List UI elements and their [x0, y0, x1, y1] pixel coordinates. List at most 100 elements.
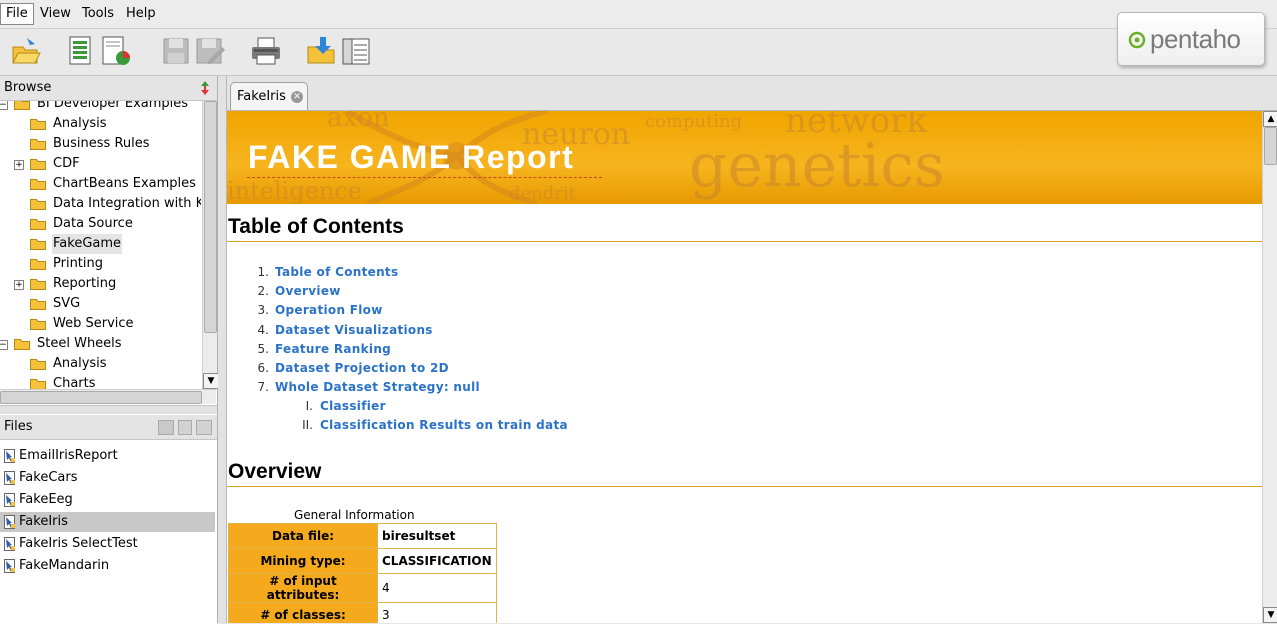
menu-bar: File View Tools Help — [0, 0, 1277, 29]
print-icon[interactable] — [250, 35, 282, 67]
table-key: # of classes: — [228, 602, 378, 623]
title-underline — [247, 177, 602, 178]
folder-icon — [30, 379, 46, 389]
menu-help[interactable]: Help — [121, 4, 161, 24]
content-vertical-scrollbar[interactable]: ▲ ▼ — [1262, 111, 1277, 623]
table-key: Data file: — [228, 523, 378, 549]
menu-tools[interactable]: Tools — [77, 4, 119, 24]
save-as-icon[interactable] — [194, 35, 226, 67]
save-icon[interactable] — [160, 35, 192, 67]
scroll-down-icon[interactable]: ▼ — [203, 373, 219, 389]
report-banner: axon neuron computing network genetics i… — [227, 111, 1262, 204]
folder-icon — [30, 279, 46, 290]
toc-number: 6. — [257, 361, 269, 375]
toc-link[interactable]: Dataset Projection to 2D — [275, 361, 449, 375]
overview-heading: Overview — [228, 460, 322, 483]
folder-icon — [30, 299, 46, 310]
toc-sub-link[interactable]: Classification Results on train data — [320, 418, 568, 432]
file-item[interactable]: FakeIris SelectTest — [0, 534, 215, 554]
toc-link[interactable]: Whole Dataset Strategy: null — [275, 380, 480, 394]
toc-link[interactable]: Operation Flow — [275, 303, 383, 317]
folder-icon — [30, 259, 46, 270]
edit-action-icon[interactable] — [178, 420, 192, 435]
report-content: axon neuron computing network genetics i… — [227, 111, 1262, 623]
banner-word: axon — [327, 111, 390, 133]
toc-link[interactable]: Overview — [275, 284, 341, 298]
toc-number: 7. — [257, 380, 269, 395]
folder-action-icon[interactable] — [158, 420, 174, 435]
tree-horizontal-scrollbar[interactable] — [0, 389, 216, 404]
publish-icon[interactable] — [306, 35, 338, 67]
close-icon[interactable]: ✕ — [291, 91, 303, 103]
file-item-label: FakeIris — [19, 514, 68, 529]
folder-icon — [30, 359, 46, 370]
banner-word: computing — [645, 111, 743, 132]
table-row: # of input attributes: 4 — [228, 573, 497, 603]
report-title: FAKE GAME Report — [248, 139, 575, 175]
files-title: Files — [4, 419, 33, 434]
tree-vertical-scrollbar[interactable]: ▼ — [202, 101, 219, 389]
table-value: 4 — [377, 573, 497, 603]
new-report-icon[interactable] — [66, 35, 98, 67]
new-chart-icon[interactable] — [100, 35, 132, 67]
tree-item-label: Steel Wheels — [37, 336, 122, 351]
file-item[interactable]: EmailIrisReport — [0, 446, 215, 466]
table-row: Data file: biresultset — [228, 523, 497, 549]
file-item[interactable]: FakeIris — [0, 512, 215, 532]
toolbar: pentaho — [0, 12, 1277, 76]
toc-rule — [227, 241, 1262, 242]
tree-hscroll-thumb[interactable] — [0, 391, 202, 404]
content-scroll-thumb[interactable] — [1264, 127, 1277, 165]
tree-item-label: Business Rules — [53, 136, 150, 151]
expand-icon[interactable]: + — [14, 280, 24, 290]
open-icon[interactable] — [10, 35, 42, 67]
menu-file[interactable]: File — [0, 3, 34, 25]
tab-label: FakeIris — [237, 89, 286, 104]
expand-icon[interactable]: + — [14, 160, 24, 170]
tab-fakeiris[interactable]: FakeIris ✕ — [230, 82, 308, 110]
tree-item-label: Data Source — [53, 216, 133, 231]
toc-link[interactable]: Feature Ranking — [275, 342, 391, 356]
table-row: Mining type: CLASSIFICATION — [228, 548, 497, 574]
options-action-icon[interactable] — [196, 420, 212, 435]
table-row: # of classes: 3 — [228, 602, 497, 623]
file-item[interactable]: FakeMandarin — [0, 556, 215, 576]
banner-word: dendrit — [509, 183, 576, 204]
folder-icon — [30, 319, 46, 330]
report-file-icon — [4, 559, 15, 573]
toc-number: 1. — [257, 265, 269, 279]
logo-text: pentaho — [1150, 24, 1241, 54]
scroll-down-icon[interactable]: ▼ — [1263, 607, 1277, 623]
scroll-up-icon[interactable]: ▲ — [1263, 111, 1277, 127]
report-file-icon — [4, 515, 15, 529]
file-item[interactable]: FakeEeg — [0, 490, 215, 510]
toc-link[interactable]: Dataset Visualizations — [275, 323, 433, 337]
tree-item-label: SVG — [53, 296, 81, 311]
folder-icon — [30, 219, 46, 230]
table-value: 3 — [377, 602, 497, 623]
tree-scroll-thumb[interactable] — [204, 101, 217, 333]
menu-view[interactable]: View — [35, 4, 76, 24]
file-item-label: FakeMandarin — [19, 558, 110, 573]
toc-link[interactable]: Table of Contents — [275, 265, 398, 279]
toc-number: 3. — [257, 303, 269, 318]
file-item[interactable]: FakeCars — [0, 468, 215, 488]
tree-item-label: FakeGame — [52, 234, 123, 254]
panel-splitter[interactable] — [0, 405, 217, 414]
banner-word: genetics — [689, 131, 945, 201]
collapse-icon[interactable]: − — [0, 101, 8, 110]
refresh-icon[interactable] — [199, 80, 211, 96]
vertical-splitter[interactable] — [218, 76, 227, 623]
table-value: biresultset — [377, 523, 497, 549]
left-panel: Browse − BI Developer Examples Analysis Bus… — [0, 76, 219, 624]
report-file-icon — [4, 471, 15, 485]
banner-word: inteligence — [227, 177, 362, 204]
collapse-icon[interactable]: − — [0, 340, 8, 350]
tree-item-label: Analysis — [53, 356, 107, 371]
toc-sub-link[interactable]: Classifier — [320, 399, 386, 413]
pentaho-logo: pentaho — [1117, 12, 1265, 66]
file-item-label: FakeCars — [19, 470, 78, 485]
properties-icon[interactable] — [340, 35, 372, 67]
files-list: EmailIrisReport FakeCars FakeEeg FakeIris Fa… — [0, 444, 217, 624]
tree-item-label: Printing — [53, 256, 104, 271]
